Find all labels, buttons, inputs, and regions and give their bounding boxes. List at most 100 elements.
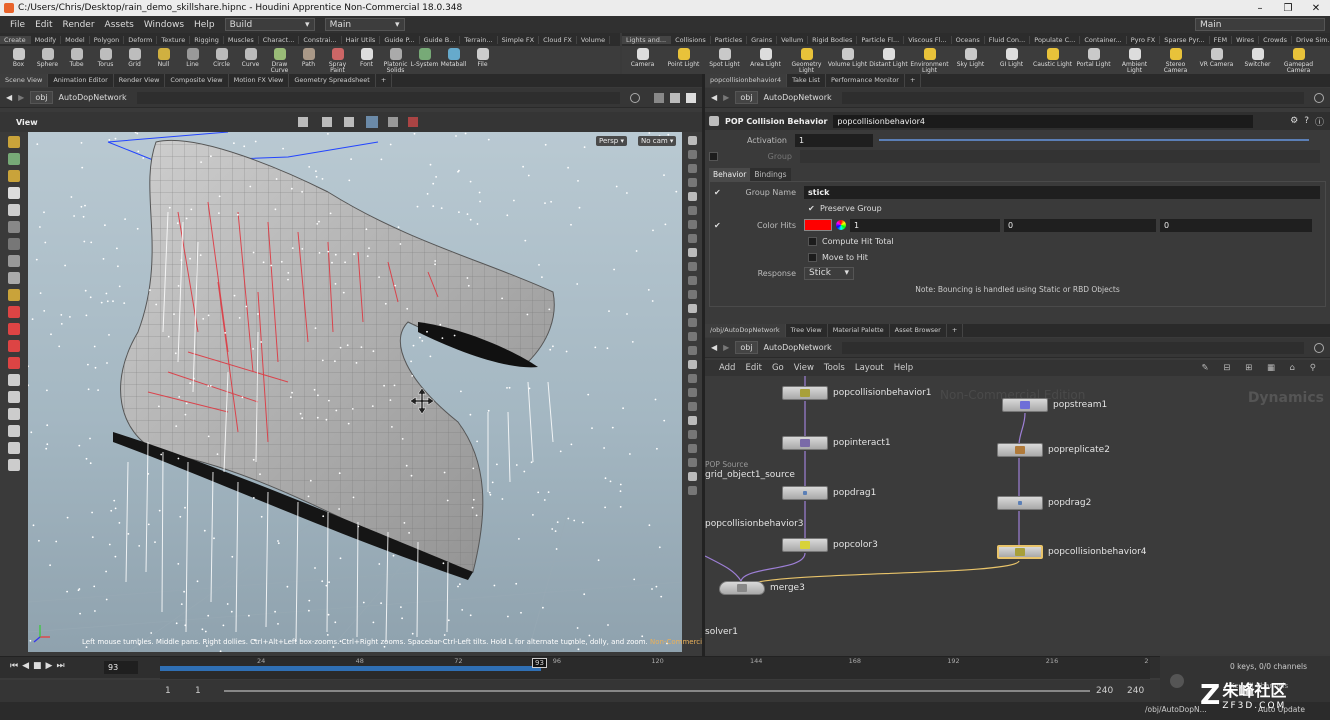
shelf-tab[interactable]: Simple FX [498,35,540,44]
shelf-tool[interactable]: File [468,46,497,68]
shelf-tab[interactable]: Polygon [90,35,125,44]
view-tool-icon-2[interactable] [322,117,332,127]
shelf-tool[interactable]: Path [294,46,323,68]
pane-menu-icon[interactable] [686,92,696,103]
shelf-tab[interactable]: Guide P... [380,35,420,44]
shelf-tool[interactable]: Tube [62,46,91,68]
menu-render[interactable]: Render [63,20,95,30]
display-option-icon[interactable] [687,192,697,201]
menu-edit[interactable]: Edit [35,20,52,30]
net-menu-view[interactable]: View [794,363,814,373]
info-icon[interactable]: ⓘ [1315,115,1324,128]
display-option-icon[interactable] [687,486,697,495]
tool-icon[interactable] [8,442,20,454]
range-end2[interactable]: 240 [1127,686,1144,696]
pin-icon[interactable] [630,92,640,103]
shelf-tool[interactable]: Portal Light [1073,46,1114,68]
shelf-tab[interactable]: Create [0,35,31,44]
response-dropdown[interactable]: Stick ▾ [804,266,854,280]
menu-windows[interactable]: Windows [144,20,184,30]
camera-dropdown[interactable]: No cam ▾ [638,136,677,146]
range-start[interactable]: 1 [165,686,171,696]
display-option-icon[interactable] [687,402,697,411]
shelf-tool[interactable]: Environment Light [909,46,950,74]
shelf-tab[interactable]: Container... [1080,35,1127,44]
view-tool-icon-4[interactable] [366,116,378,128]
forward-arrow-icon[interactable]: ▶ [18,93,24,102]
take-dropdown[interactable]: Main ▾ [324,18,405,31]
shelf-tool[interactable]: Point Light [663,46,704,68]
shelf-tab[interactable]: Guide B... [420,35,461,44]
shelf-tab[interactable]: Drive Sim... [1292,36,1330,44]
display-option-icon[interactable] [687,206,697,215]
node-popstream1[interactable]: popstream1 [1002,398,1107,412]
shelf-tool[interactable]: Gamepad Camera [1278,46,1319,74]
group-name-field[interactable]: stick [804,185,1320,199]
color-b-field[interactable]: 0 [1160,218,1312,232]
shelf-tool[interactable]: Camera [622,46,663,68]
shelf-tool[interactable]: Stereo Camera [1155,46,1196,74]
node-merge3[interactable]: merge3 [719,581,805,595]
shelf-tab[interactable]: Wires [1232,35,1260,44]
shelf-tool[interactable]: Distant Light [868,46,909,68]
tab-scene-view[interactable]: Scene View [0,74,49,87]
shelf-tool[interactable]: Curve [236,46,265,68]
tool-icon[interactable] [8,238,20,250]
snapshot-icon[interactable] [654,92,664,103]
net-menu-go[interactable]: Go [772,363,784,373]
maximize-button[interactable]: ❐ [1274,3,1302,14]
tool-icon[interactable] [8,357,20,369]
shelf-tool[interactable]: Caustic Light [1032,46,1073,68]
pane-maximize-icon[interactable] [670,92,680,103]
shelf-tool[interactable]: Ambient Light [1114,46,1155,74]
shelf-tab[interactable]: Particle Fl... [857,35,905,44]
tab-asset-browser[interactable]: Asset Browser [890,324,947,337]
display-option-icon[interactable] [687,416,697,425]
tool-icon[interactable] [8,391,20,403]
display-option-icon[interactable] [687,150,697,159]
shelf-tab[interactable]: Lights and... [622,35,672,44]
tool-icon[interactable] [8,323,20,335]
shelf-tab[interactable]: Grains [747,35,778,44]
tool-icon[interactable] [8,255,20,267]
tab-performance-monitor[interactable]: Performance Monitor [826,74,905,87]
shelf-tool[interactable]: Sky Light [950,46,991,68]
shelf-tool[interactable]: Circle [207,46,236,68]
shelf-tool[interactable]: Grid [120,46,149,68]
tab-geometry-spreadsheet[interactable]: Geometry Spreadsheet [289,74,376,87]
tool-icon[interactable] [8,408,20,420]
display-option-icon[interactable] [687,444,697,453]
shelf-tab[interactable]: Rigging [190,35,224,44]
shelf-tab[interactable]: Texture [157,35,191,44]
minimize-button[interactable]: – [1246,3,1274,14]
status-path[interactable]: /obj/AutoDopN... [1145,705,1207,714]
display-option-icon[interactable] [687,178,697,187]
persp-dropdown[interactable]: Persp ▾ [596,136,627,146]
display-option-icon[interactable] [687,430,697,439]
tool-icon[interactable] [8,187,20,199]
node-popcollisionbehavior4[interactable]: popcollisionbehavior4 [997,545,1147,559]
shelf-tab[interactable]: Modify [31,35,62,44]
display-option-icon[interactable] [687,388,697,397]
view-tool-icon-5[interactable] [388,117,398,127]
display-option-icon[interactable] [687,374,697,383]
frame-marker[interactable]: 93 [532,658,547,668]
shelf-tab[interactable]: Deform [124,35,158,44]
tab-animation-editor[interactable]: Animation Editor [48,74,114,87]
tool-icon[interactable] [8,289,20,301]
tool-icon[interactable] [8,340,20,352]
tool-icon[interactable] [8,306,20,318]
network-editor[interactable]: Non-Commercial Edition Dynamics popcolli… [705,376,1330,654]
add-tab-button-parm[interactable]: + [905,74,922,87]
node-popdrag1[interactable]: popdrag1 [782,486,876,500]
shelf-tool[interactable]: Torus [91,46,120,68]
view-tool-icon-6[interactable] [408,117,418,127]
timeline-track[interactable]: 24 48 72 96 120 144 168 192 216 2 93 [160,657,1150,679]
shelf-tab[interactable]: Fluid Con... [985,35,1031,44]
shelf-tool[interactable]: Null [149,46,178,68]
menu-help[interactable]: Help [194,20,215,30]
node-name-field[interactable]: popcollisionbehavior4 [833,114,1254,128]
jump-end-button[interactable]: ⏭ [56,661,64,671]
compute-hit-total-check[interactable] [808,236,817,246]
tab-motion-fx-view[interactable]: Motion FX View [229,74,290,87]
